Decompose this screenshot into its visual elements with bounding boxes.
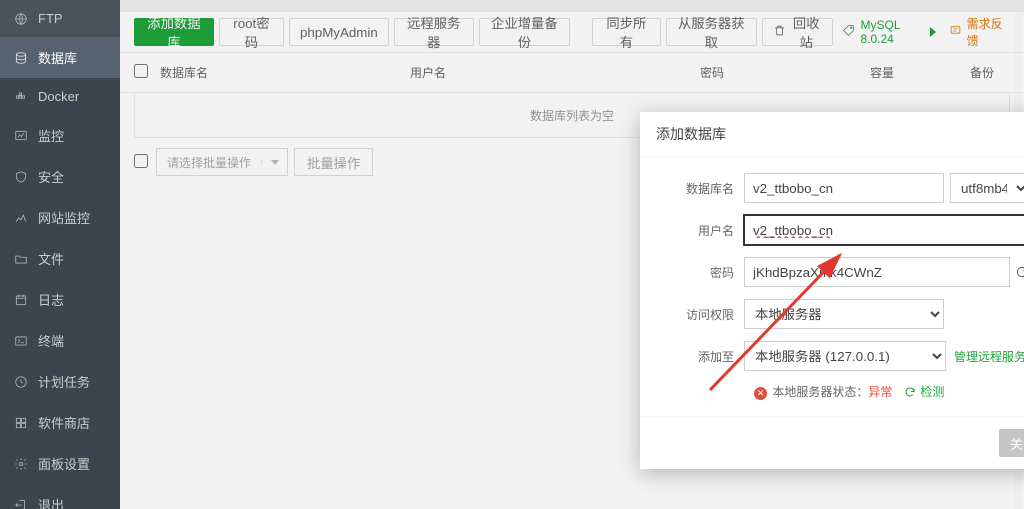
- username-input[interactable]: [744, 215, 1024, 245]
- logout-icon: [14, 498, 28, 509]
- sidebar-item-label: 面板设置: [38, 454, 90, 473]
- sidebar-item-logout[interactable]: 退出: [0, 484, 120, 509]
- globe-icon: [14, 12, 28, 26]
- chart-icon: [14, 129, 28, 143]
- label-pass: 密码: [658, 264, 744, 281]
- database-icon: [14, 51, 28, 65]
- sidebar-item-label: 日志: [38, 290, 64, 309]
- label-addto: 添加至: [658, 348, 744, 365]
- sidebar-item-label: 数据库: [38, 48, 77, 67]
- sidebar-item-monitor[interactable]: 监控: [0, 115, 120, 156]
- charset-select[interactable]: utf8mb4: [950, 173, 1024, 203]
- label-dbname: 数据库名: [658, 180, 744, 197]
- server-status: ✕ 本地服务器状态：异常 检测: [658, 383, 1024, 400]
- sidebar-item-logs[interactable]: 日志: [0, 279, 120, 320]
- sidebar-item-label: 退出: [38, 495, 64, 509]
- addto-select[interactable]: 本地服务器 (127.0.0.1): [744, 341, 946, 371]
- sidebar-item-label: 终端: [38, 331, 64, 350]
- manage-remote-link[interactable]: 管理远程服务器: [954, 348, 1024, 365]
- error-icon: ✕: [754, 387, 767, 400]
- check-status-button[interactable]: 检测: [904, 383, 944, 400]
- gear-icon: [14, 457, 28, 471]
- dbname-input[interactable]: [744, 173, 944, 203]
- modal-title: 添加数据库: [640, 112, 1024, 157]
- grid-icon: [14, 416, 28, 430]
- sidebar-item-security[interactable]: 安全: [0, 156, 120, 197]
- sidebar-item-cron[interactable]: 计划任务: [0, 361, 120, 402]
- sidebar-item-label: 安全: [38, 167, 64, 186]
- add-database-modal: ✕ 添加数据库 数据库名 utf8mb4 用户名 密码 访问: [640, 112, 1024, 469]
- sidebar: FTP 数据库 Docker 监控 安全 网站监控 文件 日志: [0, 0, 120, 509]
- sidebar-item-label: 文件: [38, 249, 64, 268]
- sidebar-item-label: 监控: [38, 126, 64, 145]
- signal-icon: [14, 211, 28, 225]
- sidebar-item-terminal[interactable]: 终端: [0, 320, 120, 361]
- sidebar-item-sitewatch[interactable]: 网站监控: [0, 197, 120, 238]
- sidebar-item-settings[interactable]: 面板设置: [0, 443, 120, 484]
- sidebar-item-docker[interactable]: Docker: [0, 78, 120, 115]
- main-area: 添加数据库 root密码 phpMyAdmin 远程服务器 企业增量备份 同步所…: [120, 0, 1024, 509]
- regen-password-button[interactable]: [1010, 265, 1024, 279]
- docker-icon: [14, 90, 28, 104]
- sidebar-item-label: Docker: [38, 89, 79, 104]
- terminal-icon: [14, 334, 28, 348]
- sidebar-item-store[interactable]: 软件商店: [0, 402, 120, 443]
- sidebar-item-label: 软件商店: [38, 413, 90, 432]
- sidebar-item-label: 计划任务: [38, 372, 90, 391]
- label-user: 用户名: [658, 222, 744, 239]
- label-access: 访问权限: [658, 306, 744, 323]
- sidebar-item-database[interactable]: 数据库: [0, 37, 120, 78]
- sidebar-item-files[interactable]: 文件: [0, 238, 120, 279]
- shield-icon: [14, 170, 28, 184]
- clock-icon: [14, 375, 28, 389]
- modal-close-footer-button[interactable]: 关闭: [999, 429, 1024, 457]
- sidebar-item-label: FTP: [38, 11, 63, 26]
- access-select[interactable]: 本地服务器: [744, 299, 944, 329]
- calendar-icon: [14, 293, 28, 307]
- password-input[interactable]: [744, 257, 1010, 287]
- sidebar-item-ftp[interactable]: FTP: [0, 0, 120, 37]
- sidebar-item-label: 网站监控: [38, 208, 90, 227]
- folder-icon: [14, 252, 28, 266]
